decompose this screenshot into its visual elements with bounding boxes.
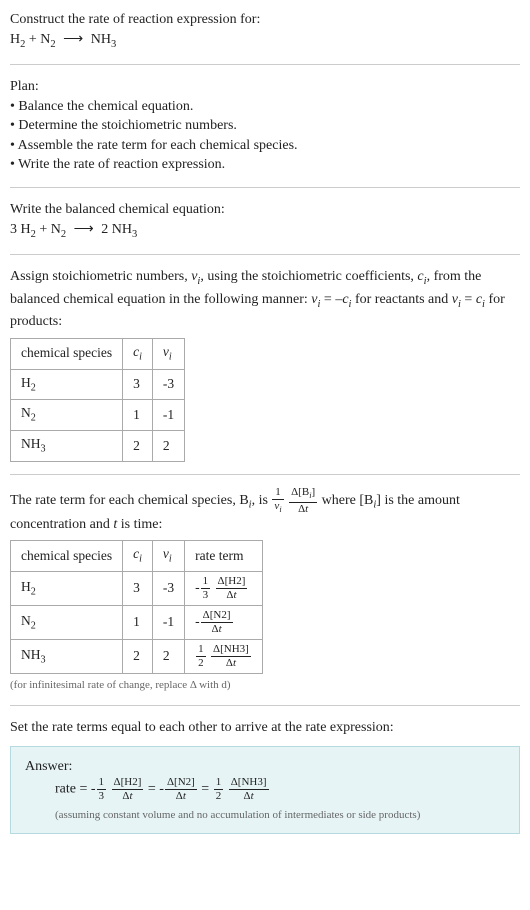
table-row: N21-1 (11, 400, 185, 431)
table-row: H2 3 -3 -13 Δ[H2]Δt (11, 572, 263, 606)
rate-term-table: chemical species ci νi rate term H2 3 -3… (10, 540, 263, 674)
table-row: H23-3 (11, 369, 185, 400)
stoich-table: chemical species ci νi H23-3 N21-1 NH322 (10, 338, 185, 462)
prompt-text: Construct the rate of reaction expressio… (10, 10, 520, 30)
plan-item: • Write the rate of reaction expression. (10, 155, 520, 175)
answer-caveat: (assuming constant volume and no accumul… (55, 808, 505, 823)
col-vi: νi (152, 338, 184, 369)
plan-item: • Assemble the rate term for each chemic… (10, 136, 520, 156)
col-species: chemical species (11, 338, 123, 369)
balanced-equation: 3 H2 + N2 ⟶ 2 NH3 (10, 220, 520, 242)
rate-expression: rate = -13 Δ[H2]Δt = -Δ[N2]Δt = 12 Δ[NH3… (55, 777, 505, 802)
intro-section: Construct the rate of reaction expressio… (10, 10, 520, 65)
rate-term-intro: The rate term for each chemical species,… (10, 487, 520, 534)
rate-term-cell: 12 Δ[NH3]Δt (185, 640, 263, 674)
col-ci: ci (123, 541, 153, 572)
final-section: Set the rate terms equal to each other t… (10, 718, 520, 846)
plan-heading: Plan: (10, 77, 520, 97)
answer-box: Answer: rate = -13 Δ[H2]Δt = -Δ[N2]Δt = … (10, 746, 520, 834)
rate-term-cell: -13 Δ[H2]Δt (185, 572, 263, 606)
stoich-intro: Assign stoichiometric numbers, νi, using… (10, 267, 520, 332)
table-row: NH3 2 2 12 Δ[NH3]Δt (11, 640, 263, 674)
balanced-intro: Write the balanced chemical equation: (10, 200, 520, 220)
rate-term-cell: -Δ[N2]Δt (185, 606, 263, 640)
unbalanced-equation: H2 + N2 ⟶ NH3 (10, 30, 520, 52)
col-ci: ci (123, 338, 153, 369)
rate-term-section: The rate term for each chemical species,… (10, 487, 520, 706)
table-header-row: chemical species ci νi rate term (11, 541, 263, 572)
plan-item: • Determine the stoichiometric numbers. (10, 116, 520, 136)
col-rate-term: rate term (185, 541, 263, 572)
balanced-section: Write the balanced chemical equation: 3 … (10, 200, 520, 255)
table-row: NH322 (11, 431, 185, 462)
rate-term-note: (for infinitesimal rate of change, repla… (10, 678, 520, 693)
table-row: N2 1 -1 -Δ[N2]Δt (11, 606, 263, 640)
final-intro: Set the rate terms equal to each other t… (10, 718, 520, 738)
col-vi: νi (152, 541, 184, 572)
table-header-row: chemical species ci νi (11, 338, 185, 369)
plan-section: Plan: • Balance the chemical equation. •… (10, 77, 520, 188)
stoich-section: Assign stoichiometric numbers, νi, using… (10, 267, 520, 475)
plan-item: • Balance the chemical equation. (10, 97, 520, 117)
col-species: chemical species (11, 541, 123, 572)
answer-label: Answer: (25, 757, 505, 777)
